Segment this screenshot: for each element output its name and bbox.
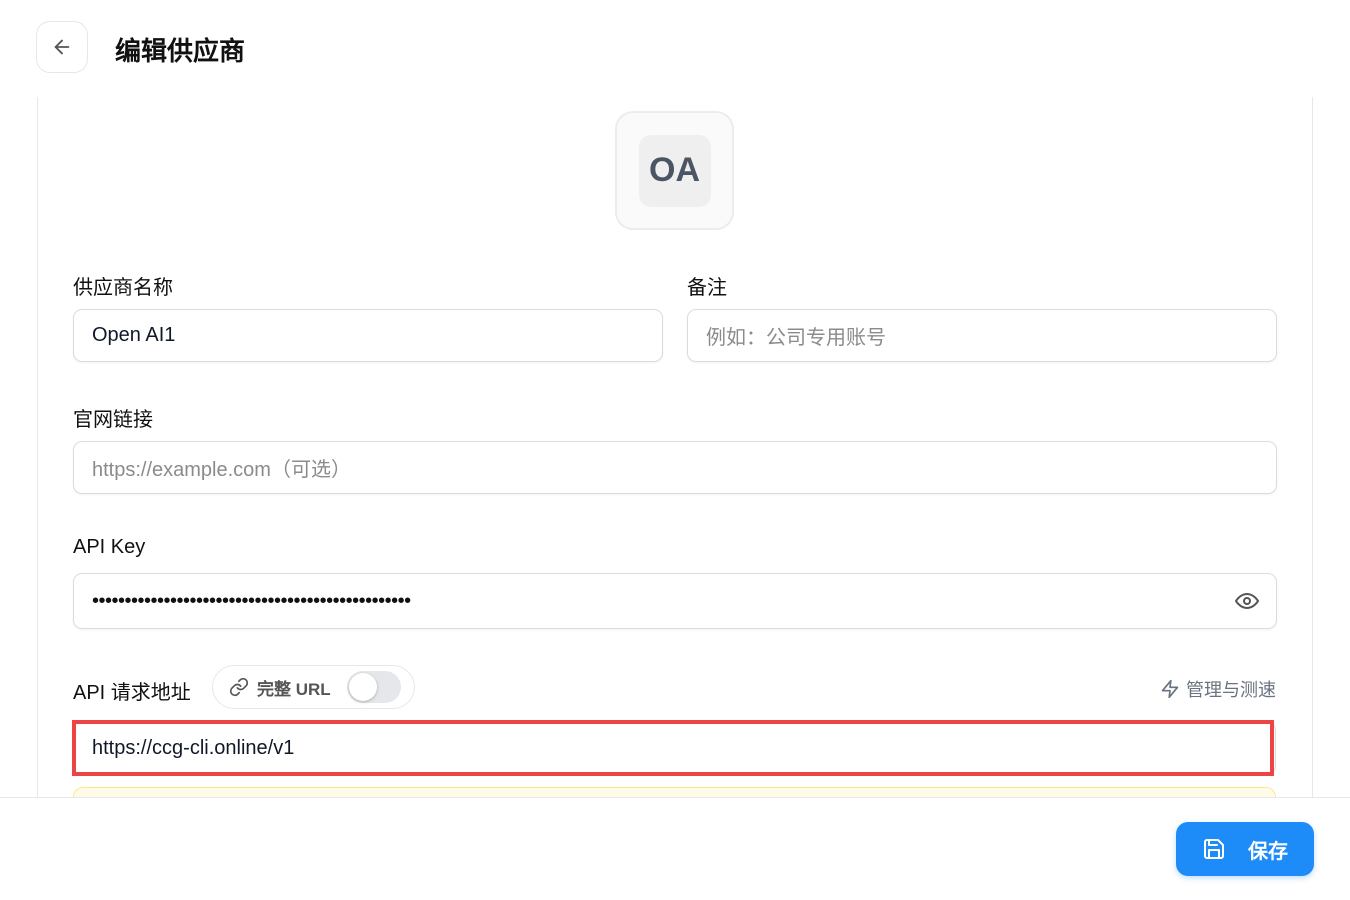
link-icon (229, 677, 249, 697)
avatar-initials: OA (638, 134, 711, 207)
api-key-value: ••••••••••••••••••••••••••••••••••••••••… (92, 589, 411, 612)
website-label: 官网链接 (73, 409, 153, 431)
note-placeholder: 例如：公司专用账号 (706, 327, 886, 349)
full-url-switch[interactable] (347, 671, 401, 703)
full-url-label: 完整 URL (257, 679, 331, 699)
full-url-toggle-group[interactable]: 完整 URL (212, 665, 415, 709)
page-title: 编辑供应商 (115, 36, 246, 66)
save-label: 保存 (1248, 840, 1288, 863)
back-button[interactable] (36, 21, 88, 73)
provider-name-value: Open AI1 (92, 324, 176, 346)
website-input[interactable]: https://example.com（可选） (73, 441, 1277, 494)
api-key-input[interactable]: ••••••••••••••••••••••••••••••••••••••••… (73, 573, 1277, 629)
note-label: 备注 (687, 277, 727, 299)
provider-name-label: 供应商名称 (73, 277, 173, 299)
arrow-left-icon (54, 39, 70, 55)
manage-speedtest-label: 管理与测速 (1186, 680, 1276, 700)
toggle-visibility-button[interactable] (1234, 588, 1260, 614)
lightning-icon (1161, 679, 1179, 699)
eye-icon (1235, 593, 1259, 609)
api-key-label: API Key (73, 536, 146, 558)
highlight-box (72, 720, 1274, 776)
footer-bar (0, 797, 1350, 900)
note-input[interactable]: 例如：公司专用账号 (687, 309, 1277, 362)
save-icon (1204, 839, 1224, 859)
provider-name-input[interactable]: Open AI1 (73, 309, 663, 362)
api-url-label: API 请求地址 (73, 682, 191, 704)
provider-avatar[interactable]: OA (615, 111, 734, 230)
switch-knob (349, 673, 377, 701)
manage-speedtest-button[interactable]: 管理与测速 (1160, 676, 1276, 702)
save-button[interactable]: 保存 (1176, 822, 1314, 876)
website-placeholder: https://example.com（可选） (92, 459, 351, 481)
